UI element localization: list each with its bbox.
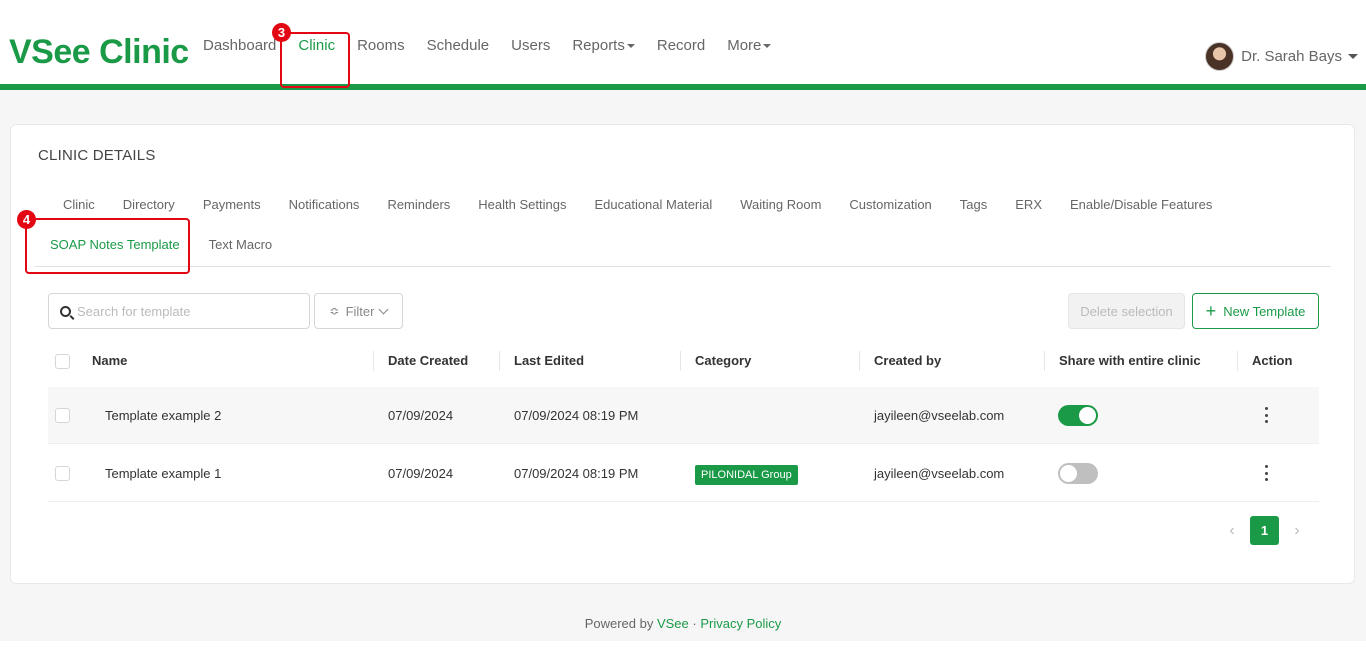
tab-tags[interactable]: Tags [946, 197, 1001, 212]
chevron-down-icon [379, 304, 389, 314]
column-divider [680, 351, 681, 371]
tab-reminders[interactable]: Reminders [373, 197, 464, 212]
column-divider [499, 351, 500, 371]
clinic-details-card: CLINIC DETAILS Clinic Directory Payments… [10, 124, 1355, 584]
column-divider [859, 351, 860, 371]
tab-educational-material[interactable]: Educational Material [580, 197, 726, 212]
filter-button[interactable]: ≎ Filter [314, 293, 403, 329]
sliders-icon: ≎ [329, 304, 340, 318]
bottom-band [0, 641, 1366, 654]
tab-directory[interactable]: Directory [109, 197, 189, 212]
created-by: jayileen@vseelab.com [874, 408, 1005, 423]
tab-divider [35, 266, 1331, 267]
tab-waiting-room[interactable]: Waiting Room [726, 197, 835, 212]
new-template-button[interactable]: + New Template [1192, 293, 1319, 329]
table-header: Name Date Created Last Edited Category C… [48, 347, 1319, 387]
tab-erx[interactable]: ERX [1001, 197, 1056, 212]
last-edited: 07/09/2024 08:19 PM [514, 408, 639, 423]
select-all-checkbox[interactable] [55, 354, 70, 369]
next-page-button[interactable]: › [1283, 522, 1311, 540]
tab-row-primary: Clinic Directory Payments Notifications … [49, 197, 1226, 212]
search-input[interactable] [77, 303, 297, 319]
col-name[interactable]: Name [92, 347, 127, 387]
step-badge-4: 4 [17, 210, 36, 229]
tab-notifications[interactable]: Notifications [275, 197, 374, 212]
more-vertical-icon[interactable] [1264, 465, 1268, 481]
tab-clinic[interactable]: Clinic [49, 197, 109, 212]
nav-more-label: More [727, 36, 762, 54]
more-vertical-icon[interactable] [1264, 407, 1268, 423]
tab-payments[interactable]: Payments [189, 197, 275, 212]
footer: Powered by VSee · Privacy Policy [0, 616, 1366, 631]
category-cell: PILONIDAL Group [695, 445, 798, 502]
user-menu[interactable]: Dr. Sarah Bays [1205, 42, 1358, 71]
tab-health-settings[interactable]: Health Settings [464, 197, 580, 212]
col-date-created[interactable]: Date Created [388, 347, 468, 387]
column-divider [373, 351, 374, 371]
col-created-by[interactable]: Created by [874, 347, 941, 387]
caret-down-icon [1348, 54, 1358, 59]
date-created: 07/09/2024 [388, 466, 454, 481]
footer-prefix: Powered by [584, 616, 654, 631]
last-edited: 07/09/2024 08:19 PM [514, 466, 639, 481]
delete-selection-button[interactable]: Delete selection [1068, 293, 1185, 329]
nav-dashboard[interactable]: Dashboard [192, 37, 287, 54]
col-category[interactable]: Category [695, 347, 751, 387]
tab-customization[interactable]: Customization [835, 197, 945, 212]
tab-text-macro[interactable]: Text Macro [195, 237, 287, 252]
nav-reports-label: Reports [572, 36, 625, 54]
col-last-edited[interactable]: Last Edited [514, 347, 584, 387]
user-name: Dr. Sarah Bays [1241, 48, 1342, 65]
nav-schedule[interactable]: Schedule [416, 37, 501, 54]
caret-down-icon [626, 43, 635, 48]
template-name[interactable]: Template example 1 [105, 445, 221, 502]
filter-label: Filter [345, 303, 375, 319]
privacy-policy-link[interactable]: Privacy Policy [700, 616, 781, 631]
plus-icon: + [1205, 301, 1217, 321]
nav-rooms[interactable]: Rooms [346, 37, 416, 54]
col-share[interactable]: Share with entire clinic [1059, 347, 1201, 387]
col-action: Action [1252, 353, 1293, 368]
caret-down-icon [763, 43, 772, 48]
vsee-link[interactable]: VSee [657, 616, 689, 631]
footer-separator: · [692, 616, 697, 631]
toggle-knob [1079, 407, 1096, 424]
clinic-logo[interactable]: VSee Clinic [9, 33, 189, 72]
top-header: VSee Clinic Dashboard Clinic Rooms Sched… [0, 0, 1366, 90]
highlight-clinic-nav [280, 32, 350, 88]
template-name[interactable]: Template example 2 [105, 387, 221, 444]
step-badge-3: 3 [272, 23, 291, 42]
row-checkbox[interactable] [55, 466, 70, 481]
share-toggle[interactable] [1058, 463, 1098, 484]
table-row[interactable]: Template example 2 07/09/2024 07/09/2024… [48, 387, 1319, 444]
nav-users[interactable]: Users [500, 37, 561, 54]
page-title: CLINIC DETAILS [38, 147, 156, 164]
column-divider [1237, 351, 1238, 371]
page-1-button[interactable]: 1 [1250, 516, 1279, 545]
date-created: 07/09/2024 [388, 408, 454, 423]
share-toggle[interactable] [1058, 405, 1098, 426]
nav-reports[interactable]: Reports [561, 37, 646, 54]
search-box[interactable] [48, 293, 310, 329]
toggle-knob [1060, 465, 1077, 482]
row-checkbox[interactable] [55, 408, 70, 423]
created-by: jayileen@vseelab.com [874, 466, 1005, 481]
table-row[interactable]: Template example 1 07/09/2024 07/09/2024… [48, 445, 1319, 502]
prev-page-button[interactable]: ‹ [1218, 522, 1246, 540]
nav-more[interactable]: More [716, 37, 782, 54]
highlight-soap-tab [25, 218, 190, 274]
search-icon [60, 305, 71, 317]
column-divider [1044, 351, 1045, 371]
category-tag: PILONIDAL Group [695, 464, 798, 485]
nav-record[interactable]: Record [646, 37, 716, 54]
avatar [1205, 42, 1235, 71]
new-template-label: New Template [1223, 303, 1306, 319]
pagination: ‹ 1 › [1218, 516, 1311, 545]
tab-enable-disable-features[interactable]: Enable/Disable Features [1056, 197, 1226, 212]
